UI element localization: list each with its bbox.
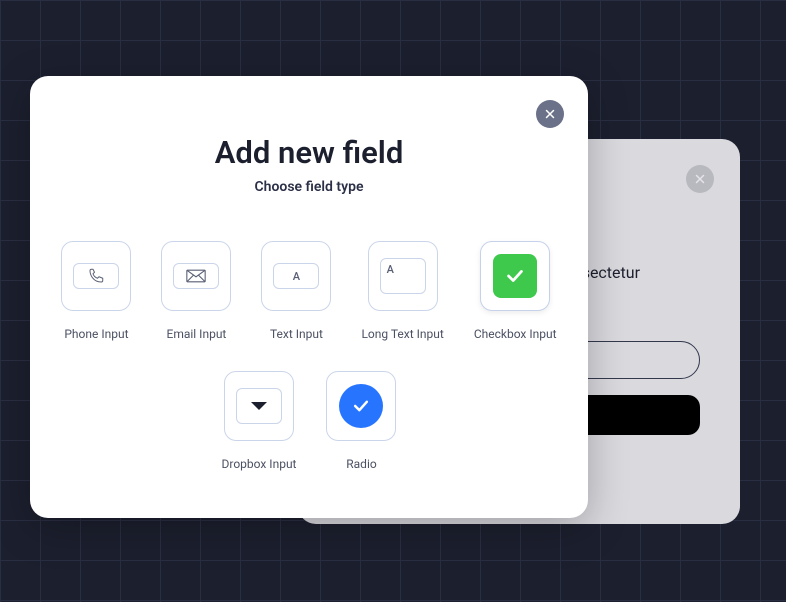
field-option-phone[interactable]: Phone Input xyxy=(61,241,131,341)
caret-down-icon xyxy=(251,402,267,410)
field-box-text: A xyxy=(261,241,331,311)
longtext-icon-container: A xyxy=(380,258,426,294)
field-label-checkbox: Checkbox Input xyxy=(474,327,557,341)
field-label-longtext: Long Text Input xyxy=(361,327,443,341)
dialog-subtitle: Choose field type xyxy=(30,179,588,195)
longtext-placeholder-letter: A xyxy=(387,263,394,276)
field-option-longtext[interactable]: A Long Text Input xyxy=(361,241,443,341)
field-box-longtext: A xyxy=(368,241,438,311)
field-option-dropdown[interactable]: Dropbox Input xyxy=(222,371,297,471)
background-placeholder-text: sectetur xyxy=(582,263,640,282)
field-box-radio xyxy=(326,371,396,441)
field-box-phone xyxy=(61,241,131,311)
close-icon xyxy=(544,108,556,120)
checkbox-icon xyxy=(493,254,537,298)
field-option-radio[interactable]: Radio xyxy=(326,371,396,471)
field-label-dropdown: Dropbox Input xyxy=(222,457,297,471)
dropdown-icon-container xyxy=(236,388,282,424)
text-icon-container: A xyxy=(273,263,319,289)
field-label-radio: Radio xyxy=(346,457,376,471)
checkmark-icon xyxy=(351,396,371,416)
email-icon-container xyxy=(173,263,219,289)
field-label-text: Text Input xyxy=(270,327,323,341)
email-icon xyxy=(186,269,206,283)
phone-icon-container xyxy=(73,263,119,289)
field-label-email: Email Input xyxy=(167,327,227,341)
dialog-title: Add new field xyxy=(30,134,588,171)
phone-icon xyxy=(87,267,105,285)
close-icon xyxy=(694,173,706,185)
field-box-checkbox xyxy=(480,241,550,311)
checkmark-icon xyxy=(504,265,526,287)
radio-icon xyxy=(339,384,383,428)
field-label-phone: Phone Input xyxy=(64,327,128,341)
background-close-button[interactable] xyxy=(686,165,714,193)
field-option-email[interactable]: Email Input xyxy=(161,241,231,341)
dialog-close-button[interactable] xyxy=(536,100,564,128)
field-option-checkbox[interactable]: Checkbox Input xyxy=(474,241,557,341)
add-field-dialog: Add new field Choose field type Phone In… xyxy=(30,76,588,518)
text-placeholder-letter: A xyxy=(293,270,300,283)
field-type-grid: Phone Input Email Input A Text Inp xyxy=(30,241,588,471)
field-box-dropdown xyxy=(224,371,294,441)
field-option-text[interactable]: A Text Input xyxy=(261,241,331,341)
field-box-email xyxy=(161,241,231,311)
